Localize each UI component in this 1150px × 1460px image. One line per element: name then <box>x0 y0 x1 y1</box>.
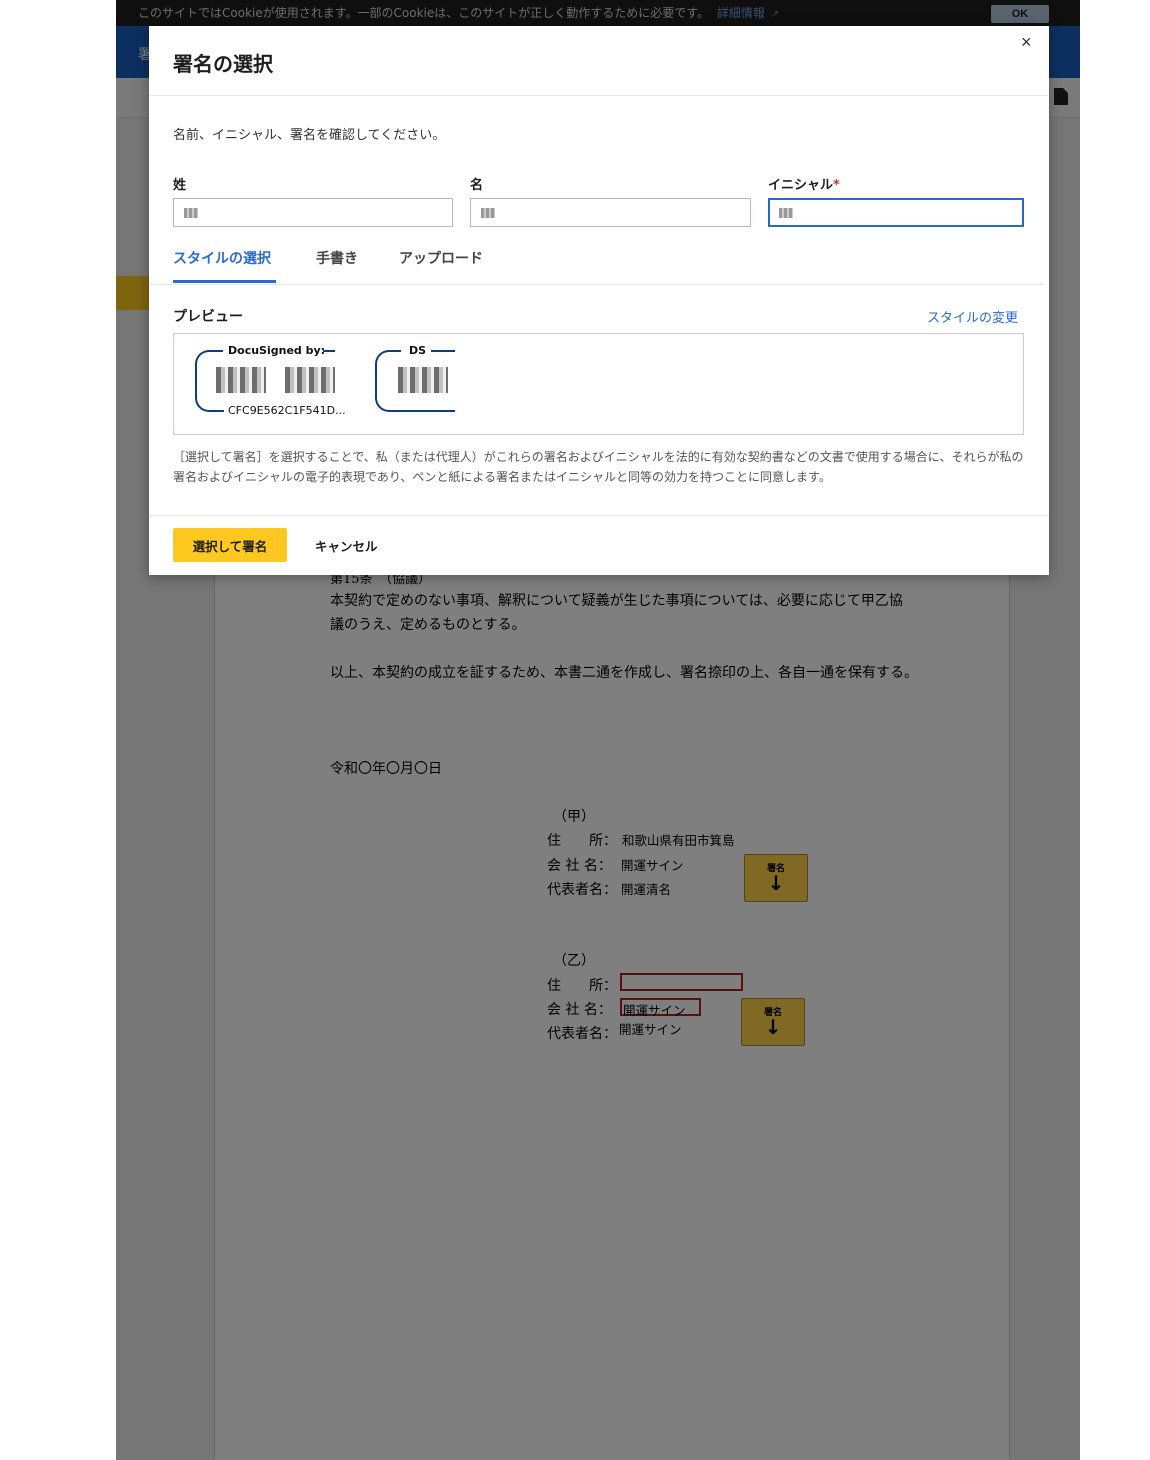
active-tab-indicator <box>173 280 276 283</box>
tab-draw[interactable]: 手書き <box>316 248 358 268</box>
signature-caption: DocuSigned by: <box>228 344 326 357</box>
initials-input[interactable] <box>768 198 1024 227</box>
tabs-divider <box>149 284 1044 285</box>
adopt-and-sign-button[interactable]: 選択して署名 <box>173 528 287 562</box>
instruction-text: 名前、イニシャル、署名を確認してください。 <box>173 128 446 143</box>
cancel-button[interactable]: キャンセル <box>315 536 378 555</box>
footer-divider <box>149 515 1049 516</box>
redacted-value <box>779 208 793 218</box>
preview-label: プレビュー <box>173 309 243 325</box>
close-icon[interactable]: × <box>1021 32 1032 53</box>
signature-id: CFC9E562C1F541D... <box>228 404 346 417</box>
redacted-value <box>184 208 198 218</box>
last-name-input[interactable] <box>173 198 453 227</box>
initials-label: イニシャル* <box>768 174 840 193</box>
first-name-input[interactable] <box>470 198 751 227</box>
signature-image-redacted <box>285 367 335 393</box>
first-name-label: 名 <box>470 178 484 193</box>
required-mark: * <box>833 178 840 193</box>
adopt-signature-dialog: 署名の選択 × 名前、イニシャル、署名を確認してください。 姓 名 イニシャル*… <box>149 26 1049 575</box>
last-name-label: 姓 <box>173 178 187 193</box>
change-style-link[interactable]: スタイルの変更 <box>927 307 1018 326</box>
title-divider <box>149 95 1049 96</box>
tab-upload[interactable]: アップロード <box>399 248 483 268</box>
redacted-value <box>481 208 495 218</box>
dialog-title: 署名の選択 <box>173 52 273 76</box>
tab-select-style[interactable]: スタイルの選択 <box>173 248 271 268</box>
initials-caption: DS <box>409 344 427 357</box>
signature-preview: DocuSigned by: CFC9E562C1F541D... DS <box>173 333 1024 435</box>
signature-image-redacted <box>216 367 266 393</box>
legal-consent-text: ［選択して署名］を選択することで、私（または代理人）がこれらの署名およびイニシャ… <box>173 450 1024 484</box>
initials-image-redacted <box>398 367 448 393</box>
initials-label-text: イニシャル <box>768 178 834 193</box>
